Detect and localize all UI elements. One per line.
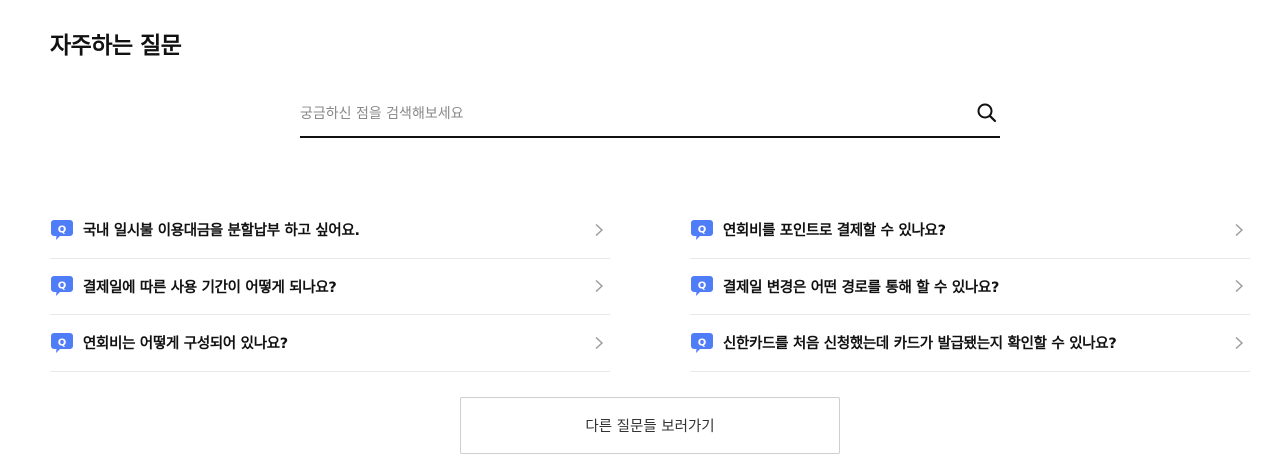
faq-question: 연회비를 포인트로 결제할 수 있나요? [723,223,946,240]
chevron-right-icon [1235,336,1244,349]
question-badge-icon: Q [690,275,714,297]
faq-list-right: Q 연회비를 포인트로 결제할 수 있나요? Q 결제일 변경은 어떤 경로를 … [690,202,1250,372]
faq-item[interactable]: Q 신한카드를 처음 신청했는데 카드가 발급됐는지 확인할 수 있나요? [690,315,1250,372]
faq-item[interactable]: Q 국내 일시불 이용대금을 분할납부 하고 싶어요. [50,202,610,259]
question-badge-icon: Q [50,219,74,241]
faq-question: 결제일 변경은 어떤 경로를 통해 할 수 있나요? [723,279,1000,296]
faq-item[interactable]: Q 연회비는 어떻게 구성되어 있나요? [50,315,610,372]
page-title: 자주하는 질문 [50,33,182,59]
question-badge-icon: Q [690,219,714,241]
more-questions-button[interactable]: 다른 질문들 보러가기 [460,397,840,454]
badge-letter: Q [698,224,707,235]
faq-list-left: Q 국내 일시불 이용대금을 분할납부 하고 싶어요. Q 결제일에 따른 사용… [50,202,610,372]
question-badge-icon: Q [690,332,714,354]
chevron-right-icon [1235,280,1244,293]
badge-letter: Q [698,281,707,292]
badge-letter: Q [58,281,67,292]
chevron-right-icon [595,336,604,349]
faq-item[interactable]: Q 결제일 변경은 어떤 경로를 통해 할 수 있나요? [690,259,1250,315]
faq-question: 연회비는 어떻게 구성되어 있나요? [83,336,288,353]
badge-letter: Q [698,337,707,348]
faq-item[interactable]: Q 연회비를 포인트로 결제할 수 있나요? [690,202,1250,259]
question-badge-icon: Q [50,332,74,354]
search-icon[interactable] [976,102,998,124]
faq-question: 국내 일시불 이용대금을 분할납부 하고 싶어요. [83,223,360,240]
chevron-right-icon [595,223,604,236]
faq-question: 결제일에 따른 사용 기간이 어떻게 되나요? [83,279,337,296]
chevron-right-icon [1235,223,1244,236]
search-bar [300,92,1000,138]
faq-question: 신한카드를 처음 신청했는데 카드가 발급됐는지 확인할 수 있나요? [723,336,1117,353]
badge-letter: Q [58,224,67,235]
chevron-right-icon [595,280,604,293]
badge-letter: Q [58,337,67,348]
search-input[interactable] [300,92,960,136]
question-badge-icon: Q [50,275,74,297]
faq-item[interactable]: Q 결제일에 따른 사용 기간이 어떻게 되나요? [50,259,610,315]
